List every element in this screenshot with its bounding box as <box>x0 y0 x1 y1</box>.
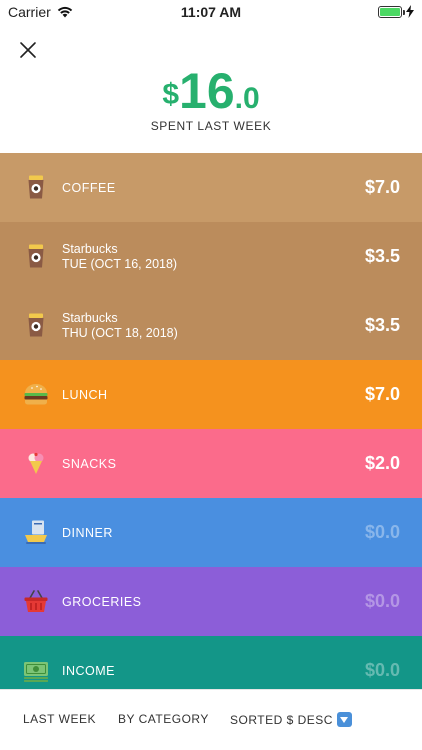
ice-cream-icon <box>28 452 44 474</box>
category-label: SNACKS <box>62 456 117 471</box>
category-row-groceries[interactable]: GROCERIES $0.0 <box>0 567 422 636</box>
category-label: LUNCH <box>62 387 108 402</box>
category-row-lunch[interactable]: LUNCH $7.0 <box>0 360 422 429</box>
dinner-plate-icon <box>25 520 47 544</box>
category-label: COFFEE <box>62 180 116 195</box>
sort-selector-button[interactable]: SORTED $ DESC <box>230 712 352 727</box>
charging-bolt-icon <box>406 5 414 18</box>
coffee-cup-icon <box>28 244 44 268</box>
status-right <box>378 5 414 18</box>
total-decimal: .0 <box>234 82 260 115</box>
close-icon <box>20 42 36 58</box>
total-currency: $ <box>162 78 180 111</box>
category-label: INCOME <box>62 663 115 678</box>
expense-date: THU (OCT 18, 2018) <box>62 325 178 340</box>
category-amount: $2.0 <box>364 453 400 473</box>
category-amount: $7.0 <box>364 177 400 197</box>
sort-down-arrow-icon <box>336 712 352 727</box>
expense-details: Starbucks TUE (OCT 16, 2018) <box>62 242 177 272</box>
category-label: DINNER <box>62 525 113 540</box>
expense-amount: $3.5 <box>364 315 400 335</box>
total-integer: 16 <box>179 63 235 119</box>
burger-icon <box>24 384 48 405</box>
sort-label: SORTED $ DESC <box>230 712 333 727</box>
coffee-cup-icon <box>28 175 44 199</box>
expense-row[interactable]: Starbucks TUE (OCT 16, 2018) $3.5 <box>0 222 422 291</box>
status-bar: Carrier 11:07 AM <box>0 0 422 24</box>
category-amount: $0.0 <box>364 660 400 680</box>
category-row-snacks[interactable]: SNACKS $2.0 <box>0 429 422 498</box>
status-time: 11:07 AM <box>180 4 242 20</box>
expense-row[interactable]: Starbucks THU (OCT 18, 2018) $3.5 <box>0 291 422 360</box>
category-label: GROCERIES <box>62 594 142 609</box>
category-row-dinner[interactable]: DINNER $0.0 <box>0 498 422 567</box>
bottom-toolbar: LAST WEEK BY CATEGORY SORTED $ DESC <box>0 689 422 750</box>
category-amount: $7.0 <box>364 384 400 404</box>
expense-merchant: Starbucks <box>62 310 118 325</box>
category-amount: $0.0 <box>364 591 400 611</box>
basket-icon <box>24 590 48 612</box>
expense-amount: $3.5 <box>364 246 400 266</box>
category-row-coffee[interactable]: COFFEE $7.0 <box>0 153 422 222</box>
expense-date: TUE (OCT 16, 2018) <box>62 256 178 271</box>
total-spent: $16.0 <box>0 62 422 120</box>
expense-details: Starbucks THU (OCT 18, 2018) <box>62 311 178 341</box>
money-icon <box>24 662 48 682</box>
coffee-cup-icon <box>28 313 44 337</box>
category-amount: $0.0 <box>364 522 400 542</box>
period-selector-button[interactable]: LAST WEEK <box>23 712 96 726</box>
expense-merchant: Starbucks <box>62 241 118 256</box>
period-subtitle: SPENT LAST WEEK <box>150 119 272 133</box>
category-row-income[interactable]: INCOME $0.0 <box>0 636 422 689</box>
battery-icon <box>378 5 405 18</box>
expense-list: COFFEE $7.0 Starbucks TUE (OCT 16, 2018)… <box>0 153 422 689</box>
close-button[interactable] <box>14 36 42 64</box>
grouping-selector-button[interactable]: BY CATEGORY <box>118 712 209 726</box>
